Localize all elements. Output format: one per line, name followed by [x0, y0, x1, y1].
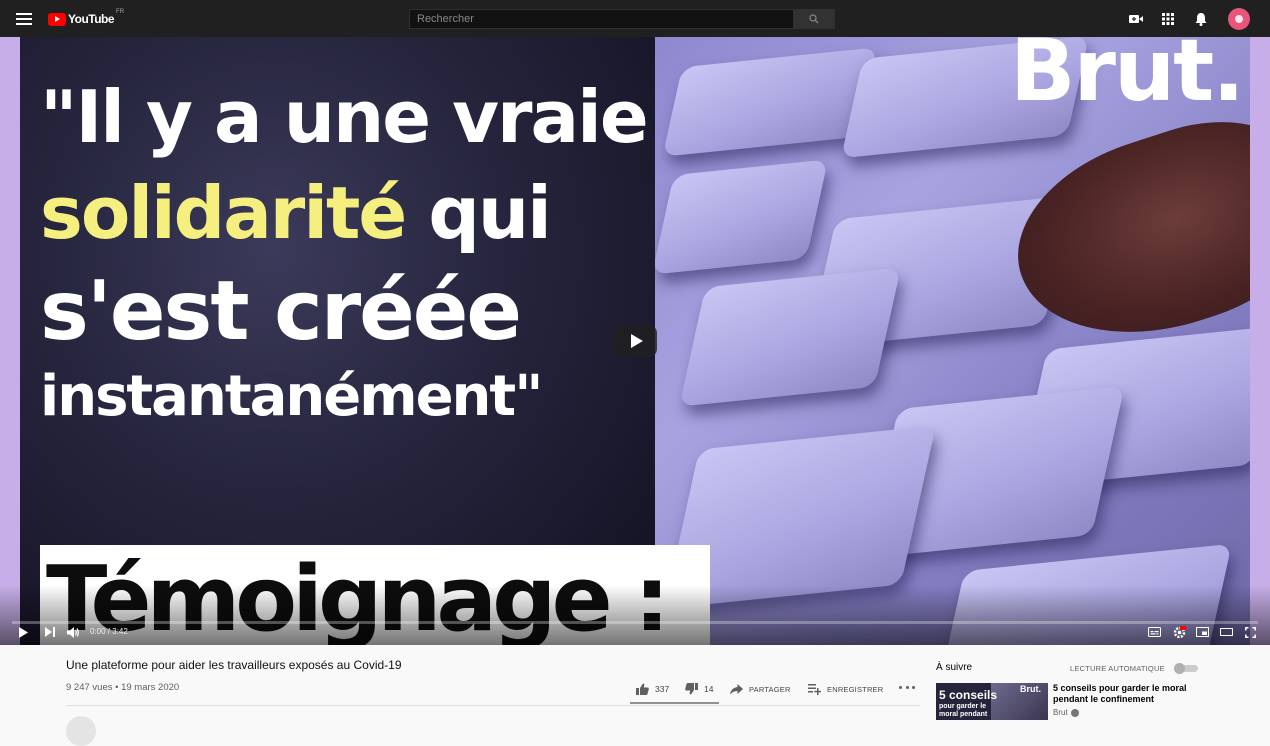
- progress-bar[interactable]: [12, 621, 1258, 624]
- video-player[interactable]: "Il y a une vraie solidarité qui s'est c…: [0, 37, 1270, 645]
- autoplay-toggle[interactable]: [1174, 663, 1199, 674]
- apps-grid-icon[interactable]: [1160, 11, 1176, 27]
- search-input[interactable]: Rechercher: [409, 9, 794, 29]
- video-headline: "Il y a une vraie solidarité qui s'est c…: [40, 75, 649, 429]
- subtitles-icon[interactable]: [1147, 625, 1161, 639]
- share-arrow-icon: [730, 683, 743, 694]
- headline-line-4: instantanément": [40, 364, 543, 429]
- headline-line-2-rest: qui: [405, 171, 551, 255]
- fullscreen-icon[interactable]: [1243, 625, 1257, 639]
- video-meta: 9 247 vues • 19 mars 2020: [66, 682, 180, 693]
- time-display: 0:00 / 3:42: [90, 627, 128, 636]
- like-count: 337: [655, 684, 670, 694]
- headline-line-3: s'est créée: [40, 264, 522, 359]
- thumbnail-brand: Brut.: [1020, 684, 1041, 694]
- keyboard-image: [655, 37, 1250, 645]
- watch-info: Une plateforme pour aider les travailleu…: [0, 645, 1270, 746]
- headline-line-1: "Il y a une vraie: [40, 75, 649, 159]
- autoplay-label: LECTURE AUTOMATIQUE: [1070, 664, 1165, 673]
- brut-watermark: Brut.: [1010, 37, 1245, 121]
- search-icon: [809, 14, 819, 24]
- divider: [66, 705, 920, 706]
- logo-text: YouTube: [68, 12, 115, 26]
- verified-badge-icon: [1070, 708, 1079, 717]
- play-icon[interactable]: [17, 625, 29, 639]
- save-label: ENREGISTRER: [827, 684, 884, 694]
- thumbnail-title-line1: 5 conseils: [939, 688, 998, 702]
- search-button[interactable]: [793, 9, 835, 29]
- dislike-count: 14: [704, 684, 714, 694]
- more-actions-icon[interactable]: [899, 686, 915, 692]
- playlist-add-icon: [808, 683, 821, 695]
- thumbs-down-icon: [685, 683, 698, 695]
- recommendation-title[interactable]: 5 conseils pour garder le moral pendant …: [1053, 683, 1203, 705]
- sentiment-bar: [630, 702, 719, 704]
- controls-gradient: [0, 585, 1270, 645]
- video-title: Une plateforme pour aider les travailleu…: [66, 658, 402, 672]
- miniplayer-icon[interactable]: [1195, 625, 1209, 639]
- theater-mode-icon[interactable]: [1219, 625, 1233, 639]
- thumbnail-title-line2: pour garder le moral pendant: [939, 703, 988, 718]
- next-icon[interactable]: [44, 625, 56, 639]
- like-button[interactable]: 337: [636, 681, 669, 697]
- channel-avatar[interactable]: [66, 716, 96, 746]
- create-video-icon[interactable]: [1128, 11, 1144, 27]
- youtube-logo[interactable]: YouTube FR: [48, 9, 125, 27]
- recommendation-channel-name: Brut: [1053, 708, 1068, 717]
- thumbs-up-icon: [636, 683, 649, 695]
- notifications-bell-icon[interactable]: [1193, 11, 1209, 27]
- settings-gear-icon[interactable]: [1172, 625, 1186, 639]
- youtube-play-logo-icon: [48, 12, 66, 26]
- menu-icon[interactable]: [14, 10, 34, 27]
- toggle-knob: [1174, 663, 1185, 674]
- share-button[interactable]: PARTAGER: [730, 681, 791, 697]
- headline-line-2: solidarité qui: [40, 177, 640, 249]
- share-label: PARTAGER: [749, 684, 791, 694]
- volume-icon[interactable]: [66, 625, 80, 639]
- headline-highlight: solidarité: [40, 171, 407, 255]
- recommendation-thumbnail[interactable]: 5 conseils pour garder le moral pendant …: [936, 683, 1048, 720]
- masthead: YouTube FR Rechercher: [0, 0, 1270, 37]
- large-play-button[interactable]: [613, 325, 657, 357]
- avatar[interactable]: [1228, 8, 1250, 30]
- region-code: FR: [116, 9, 125, 15]
- recommendation-channel[interactable]: Brut: [1053, 708, 1079, 717]
- up-next-heading: À suivre: [936, 662, 973, 673]
- save-button[interactable]: ENREGISTRER: [808, 681, 883, 697]
- dislike-button[interactable]: 14: [685, 681, 713, 697]
